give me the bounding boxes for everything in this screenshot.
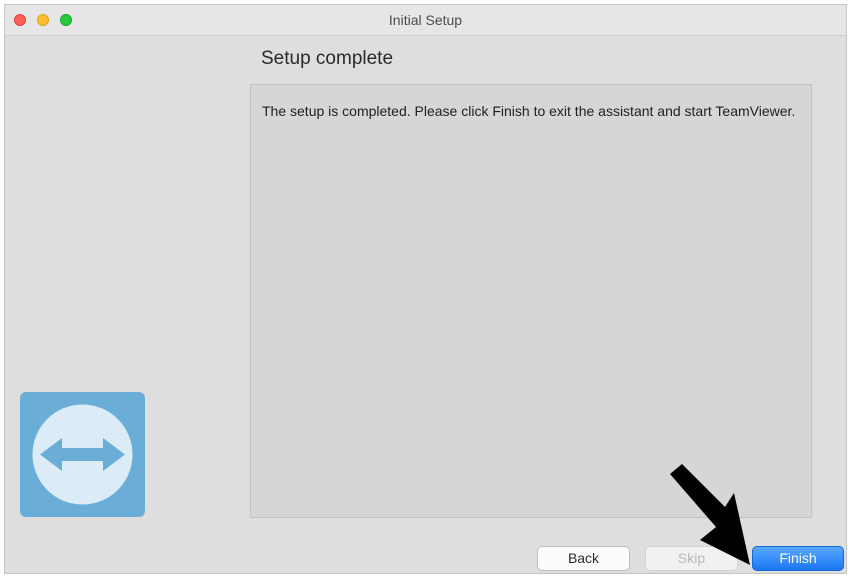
- setup-window: Initial Setup Setup complete The setup i…: [4, 4, 847, 574]
- teamviewer-logo-icon: [20, 392, 145, 517]
- back-button[interactable]: Back: [537, 546, 630, 571]
- window-title: Initial Setup: [388, 12, 463, 28]
- completion-message: The setup is completed. Please click Fin…: [262, 103, 796, 119]
- title-bar: Initial Setup: [5, 5, 846, 36]
- finish-button[interactable]: Finish: [752, 546, 844, 571]
- page-title: Setup complete: [261, 48, 394, 69]
- content-panel: The setup is completed. Please click Fin…: [250, 84, 812, 518]
- skip-button[interactable]: Skip: [645, 546, 738, 571]
